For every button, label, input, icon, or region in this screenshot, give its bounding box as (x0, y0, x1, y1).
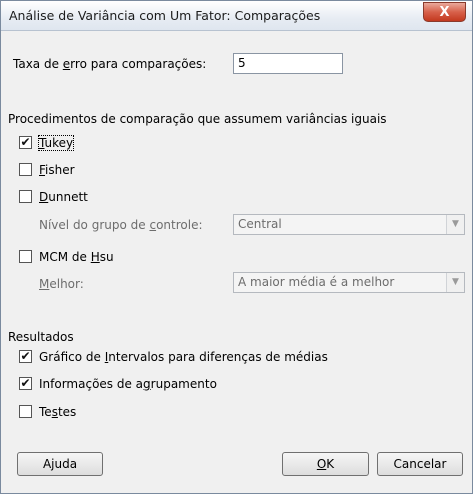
error-rate-label: Taxa de erro para comparações: (13, 57, 207, 71)
control-level-select[interactable]: Central ▼ (233, 214, 465, 235)
grouping-label[interactable]: Informações de agrupamento (39, 377, 217, 391)
best-label: Melhor: (39, 277, 84, 291)
title-bar[interactable]: Análise de Variância com Um Fator: Compa… (1, 1, 472, 31)
help-button[interactable]: Ajuda (17, 452, 103, 476)
results-heading: Resultados (8, 330, 74, 344)
tests-checkbox[interactable] (19, 405, 32, 418)
close-icon: X (439, 4, 450, 20)
cancel-button[interactable]: Cancelar (377, 452, 463, 476)
chevron-down-icon: ▼ (446, 273, 464, 292)
grouping-checkbox[interactable]: ✔ (19, 377, 32, 390)
fisher-checkbox[interactable] (19, 163, 32, 176)
ok-button[interactable]: OK (282, 452, 369, 476)
interval-plot-checkbox[interactable]: ✔ (19, 350, 32, 363)
chevron-down-icon: ▼ (446, 215, 464, 234)
error-rate-input[interactable]: 5 (233, 53, 343, 74)
fisher-label[interactable]: Fisher (39, 163, 75, 177)
best-select[interactable]: A maior média é a melhor ▼ (233, 272, 465, 293)
interval-plot-label[interactable]: Gráfico de Intervalos para diferenças de… (39, 350, 328, 364)
dunnett-checkbox[interactable] (19, 190, 32, 203)
dunnett-label[interactable]: Dunnett (39, 190, 88, 204)
tukey-checkbox[interactable]: ✔ (19, 136, 32, 149)
control-level-label: Nível do grupo de controle: (39, 218, 203, 232)
window-title: Análise de Variância com Um Fator: Compa… (9, 8, 321, 23)
close-button[interactable]: X (423, 2, 466, 22)
hsu-label[interactable]: MCM de Hsu (39, 250, 114, 264)
control-level-value: Central (238, 217, 282, 231)
tukey-label[interactable]: Tukey (37, 135, 75, 151)
dialog-window: Análise de Variância com Um Fator: Compa… (0, 0, 473, 494)
hsu-checkbox[interactable] (19, 250, 32, 263)
best-value: A maior média é a melhor (238, 275, 395, 289)
dialog-body: Taxa de erro para comparações: 5 Procedi… (8, 39, 465, 487)
tests-label[interactable]: Testes (39, 405, 76, 419)
equal-variance-heading: Procedimentos de comparação que assumem … (8, 112, 387, 126)
